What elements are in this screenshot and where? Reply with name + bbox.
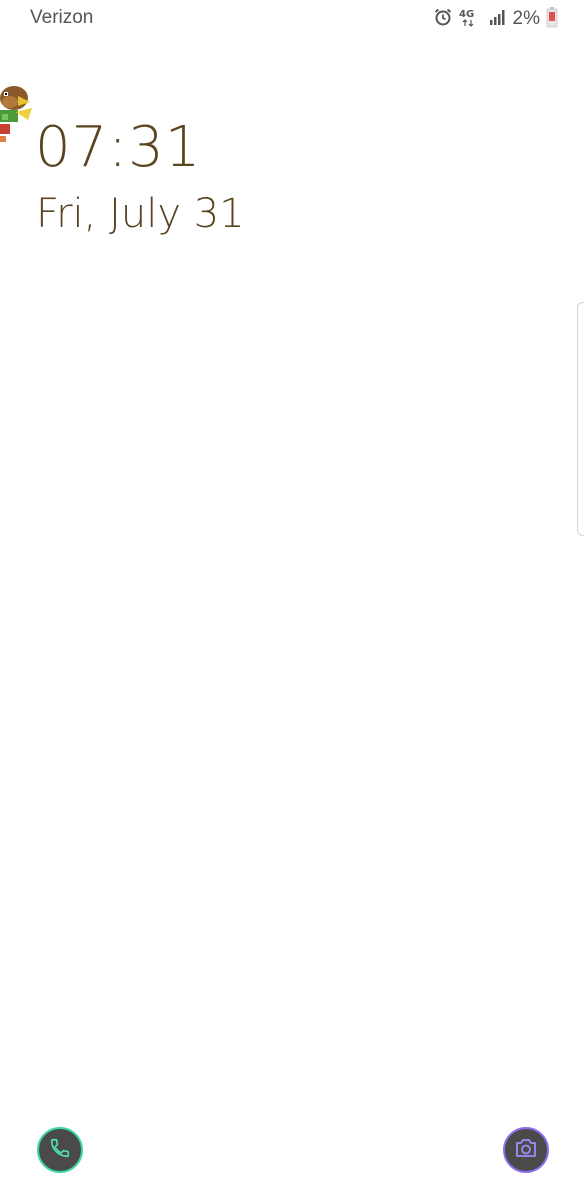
network-type-text: 4G xyxy=(459,9,474,20)
lock-clock: 07:31 xyxy=(35,115,202,180)
character-sprite xyxy=(0,78,36,146)
status-icons: 4G 2% xyxy=(433,6,558,32)
network-4g-icon: 4G xyxy=(459,7,483,31)
battery-icon xyxy=(546,6,558,32)
battery-percent: 2% xyxy=(512,8,540,29)
camera-icon xyxy=(514,1137,538,1163)
signal-icon xyxy=(489,8,507,30)
camera-shortcut-button[interactable] xyxy=(503,1127,549,1173)
lock-date: Fri, July 31 xyxy=(36,191,245,237)
status-bar: Verizon 4G 2% xyxy=(0,0,584,36)
alarm-icon xyxy=(433,7,453,31)
phone-icon xyxy=(49,1137,71,1163)
carrier-label: Verizon xyxy=(30,7,94,28)
edge-panel-handle[interactable] xyxy=(577,302,584,536)
phone-shortcut-button[interactable] xyxy=(37,1127,83,1173)
lock-screen: Verizon 4G 2% 07:31 Fri, July 31 xyxy=(0,0,584,1200)
